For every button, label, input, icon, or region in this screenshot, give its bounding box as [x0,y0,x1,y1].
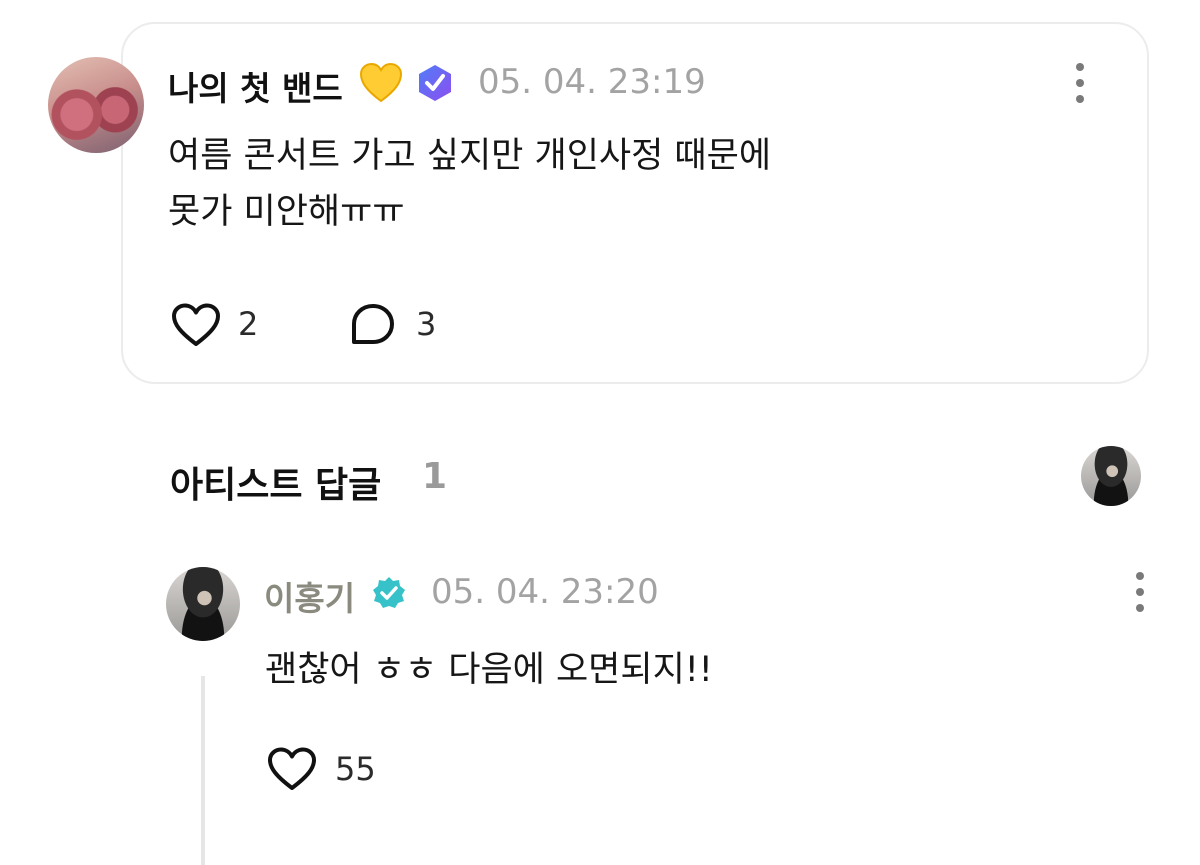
artist-avatar-small[interactable] [1081,446,1141,506]
reply-body-text: 괜찮어 ㅎㅎ 다음에 오면되지!! [265,650,713,690]
artist-replies-heading: 아티스트 답글 [170,465,382,506]
fan-avatar[interactable] [48,57,144,153]
post-username[interactable]: 나의 첫 밴드 [168,62,343,110]
reply-artist-avatar[interactable] [166,567,240,641]
artist-verified-badge-icon [373,577,405,608]
reply-timestamp: 05. 04. 23:20 [431,572,659,612]
artist-replies-count: 1 [422,456,448,497]
thread-connector-line [201,676,205,865]
reply-more-options-icon[interactable] [1133,572,1147,612]
reply-like-count: 55 [335,750,376,788]
post-like-count: 2 [238,305,259,343]
yellow-heart-icon [359,62,403,103]
reply-like-heart-icon[interactable] [266,746,318,792]
post-comment-count: 3 [416,305,437,343]
like-heart-icon[interactable] [170,302,222,348]
post-timestamp: 05. 04. 23:19 [478,62,706,102]
reply-username[interactable]: 이홍기 [264,572,355,620]
post-more-options-icon[interactable] [1073,63,1087,103]
verified-badge-icon [419,65,451,101]
comment-bubble-icon[interactable] [349,302,397,348]
post-body-text: 여름 콘서트 가고 싶지만 개인사정 때문에 못가 미안해ㅠㅠ [168,136,772,232]
